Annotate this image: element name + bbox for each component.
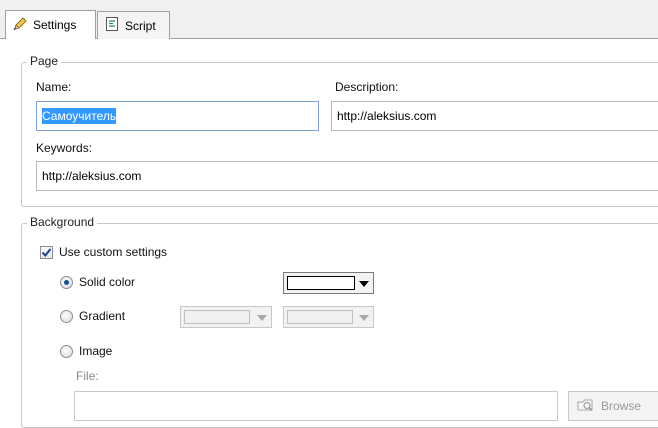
file-input[interactable] bbox=[74, 391, 558, 421]
color-swatch bbox=[184, 310, 250, 324]
keywords-label: Keywords: bbox=[36, 141, 93, 155]
gradient-radio[interactable] bbox=[60, 310, 73, 323]
solid-color-radio[interactable] bbox=[60, 276, 73, 289]
solid-color-label: Solid color bbox=[79, 275, 136, 289]
color-swatch bbox=[287, 310, 353, 324]
keywords-value: http://aleksius.com bbox=[42, 169, 142, 183]
image-radio[interactable] bbox=[60, 345, 73, 358]
tab-script-label: Script bbox=[125, 18, 156, 33]
tab-settings[interactable]: Settings bbox=[5, 10, 96, 39]
pencil-icon bbox=[12, 16, 28, 35]
browse-button[interactable]: Browse bbox=[568, 391, 658, 421]
gradient-end-picker[interactable] bbox=[283, 306, 374, 328]
custom-settings-label: Use custom settings bbox=[59, 245, 168, 259]
description-value: http://aleksius.com bbox=[337, 109, 437, 123]
page-legend: Page bbox=[27, 54, 62, 68]
browse-label: Browse bbox=[601, 399, 642, 413]
tab-strip: Settings Script bbox=[0, 0, 658, 39]
solid-color-picker[interactable] bbox=[283, 272, 374, 294]
script-icon bbox=[104, 16, 120, 35]
dropdown-arrow-icon bbox=[257, 315, 267, 321]
dropdown-arrow-icon bbox=[359, 281, 369, 287]
background-legend: Background bbox=[27, 215, 98, 229]
image-label: Image bbox=[79, 344, 113, 358]
description-label: Description: bbox=[335, 80, 399, 94]
name-field[interactable]: Самоучитель bbox=[36, 101, 319, 131]
browse-icon bbox=[577, 397, 595, 416]
keywords-field[interactable]: http://aleksius.com bbox=[36, 161, 658, 191]
checkmark-icon bbox=[41, 248, 52, 258]
file-label: File: bbox=[76, 369, 99, 383]
description-field[interactable]: http://aleksius.com bbox=[331, 101, 658, 131]
gradient-start-picker[interactable] bbox=[180, 306, 272, 328]
name-label: Name: bbox=[36, 80, 72, 94]
radio-selected-dot bbox=[64, 280, 69, 285]
name-value: Самоучитель bbox=[42, 108, 117, 124]
color-swatch bbox=[287, 276, 355, 290]
custom-settings-checkbox[interactable] bbox=[40, 246, 53, 259]
tab-script[interactable]: Script bbox=[97, 11, 170, 39]
gradient-label: Gradient bbox=[79, 309, 126, 323]
tab-settings-label: Settings bbox=[33, 18, 77, 32]
dropdown-arrow-icon bbox=[359, 315, 369, 321]
